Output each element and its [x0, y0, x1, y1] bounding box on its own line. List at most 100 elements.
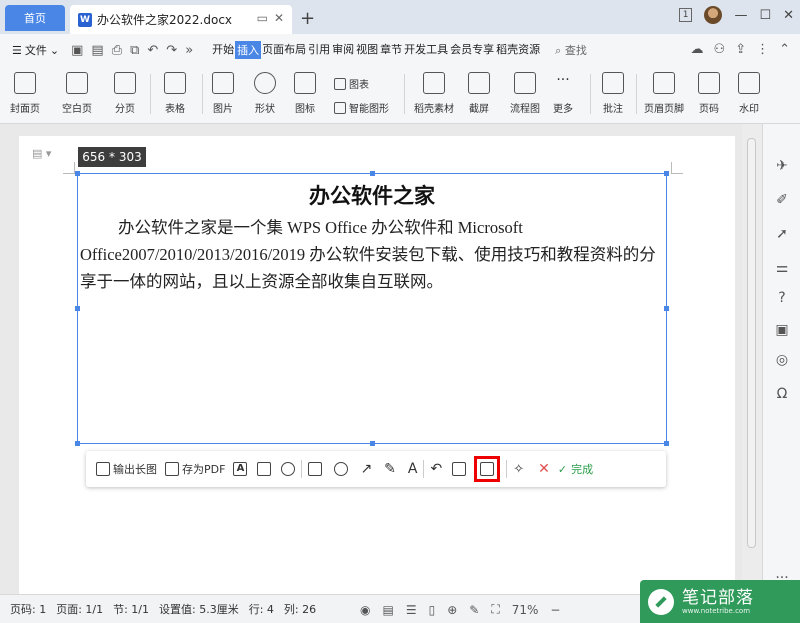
long-image-button[interactable]: 输出长图	[96, 451, 157, 487]
outline-view-icon[interactable]: ☰	[406, 603, 417, 617]
eye-protection-icon[interactable]: ◉	[360, 603, 370, 617]
table-button[interactable]: 表格	[164, 72, 186, 115]
reading-view-icon[interactable]: ▯	[429, 603, 436, 617]
docer-material-button[interactable]: 稻壳素材	[414, 72, 454, 115]
save-image-button[interactable]	[474, 451, 501, 487]
flowchart-button[interactable]: 流程图	[510, 72, 540, 115]
preview-icon[interactable]: ⧉	[130, 43, 139, 58]
tab-start[interactable]: 开始	[211, 41, 235, 59]
page-count-badge[interactable]: 1	[678, 8, 693, 22]
share-user-icon[interactable]: ⚇	[714, 42, 726, 57]
edit-image-icon	[257, 462, 272, 476]
rocket-icon[interactable]: ✈	[774, 158, 790, 174]
help-icon[interactable]: ?	[774, 290, 790, 306]
tab-references[interactable]: 引用	[307, 41, 331, 59]
save-pdf-button[interactable]: 存为PDF	[165, 451, 225, 487]
cover-page-button[interactable]: 封面页	[10, 72, 40, 115]
smart-graphic-button[interactable]: 智能图形	[334, 100, 389, 115]
pin-button[interactable]: ✧	[513, 451, 524, 487]
chart-button[interactable]: 图表	[334, 76, 369, 91]
picture-button[interactable]: 图片	[212, 72, 234, 115]
redo-icon[interactable]: ↷	[166, 43, 177, 58]
icon-button[interactable]: 图标	[294, 72, 316, 115]
picture-label: 图片	[213, 104, 233, 115]
tab-home[interactable]: 首页	[5, 5, 65, 31]
omega-icon[interactable]: Ω	[774, 386, 790, 402]
screenshot-button[interactable]: 截屏	[468, 72, 490, 115]
more-arrows-icon[interactable]: »	[185, 43, 193, 58]
minimize-icon[interactable]: —	[734, 8, 747, 23]
scrollbar-thumb[interactable]	[747, 138, 756, 548]
format-icon[interactable]: ▣	[774, 322, 790, 338]
sliders-icon[interactable]: ⚌	[774, 260, 790, 276]
tab-member[interactable]: 会员专享	[449, 41, 495, 59]
tab-docer[interactable]: 稻壳资源	[495, 41, 541, 59]
arrow-tool[interactable]: ↗	[360, 451, 372, 487]
resize-handle[interactable]	[75, 441, 80, 446]
text-icon: A	[407, 461, 418, 477]
tab-view[interactable]: 视图	[355, 41, 379, 59]
ocr-text-button[interactable]: A	[233, 451, 248, 487]
ellipse-tool[interactable]	[334, 451, 349, 487]
rectangle-tool[interactable]	[308, 451, 323, 487]
collapse-ribbon-icon[interactable]: ⌃	[779, 42, 790, 57]
close-window-icon[interactable]: ✕	[783, 8, 794, 23]
cancel-button[interactable]: ✕	[538, 451, 550, 487]
export-pdf-icon[interactable]: ▤	[91, 43, 103, 58]
header-footer-button[interactable]: 页眉页脚	[644, 72, 684, 115]
search-box[interactable]: ⌕ 查找	[555, 42, 587, 58]
more-icon[interactable]: ⋮	[756, 42, 769, 57]
done-button[interactable]: ✓ 完成	[558, 461, 593, 477]
page-view-icon[interactable]: ▤	[382, 603, 393, 617]
pen-icon[interactable]: ✐	[774, 192, 790, 208]
fit-page-icon[interactable]: ⛶	[491, 602, 499, 617]
resize-handle[interactable]	[75, 171, 80, 176]
file-menu[interactable]: ☰ 文件 ⌄	[12, 42, 59, 58]
copy-button[interactable]	[452, 451, 467, 487]
write-mode-icon[interactable]: ✎	[469, 603, 479, 617]
tab-review[interactable]: 审阅	[331, 41, 355, 59]
save-icon[interactable]: ▣	[71, 43, 83, 58]
web-view-icon[interactable]: ⊕	[447, 603, 457, 617]
more-options-button[interactable]	[281, 451, 296, 487]
undo-button[interactable]: ↶	[430, 451, 442, 487]
text-tool[interactable]: A	[408, 451, 418, 487]
resize-handle[interactable]	[664, 441, 669, 446]
tab-insert[interactable]: 插入	[235, 41, 262, 59]
edit-image-button[interactable]	[257, 451, 272, 487]
resize-handle[interactable]	[664, 171, 669, 176]
resize-handle[interactable]	[370, 171, 375, 176]
paragraph-options-icon[interactable]: ▤ ▾	[32, 147, 51, 160]
close-tab-icon[interactable]: ✕	[274, 11, 284, 25]
tab-document[interactable]: W 办公软件之家2022.docx ▭ ✕	[70, 5, 292, 34]
new-tab-button[interactable]: +	[300, 8, 315, 29]
avatar[interactable]	[704, 6, 723, 24]
share-icon[interactable]: ⇪	[735, 42, 746, 57]
screenshot-selection-area[interactable]: 办公软件之家 办公软件之家是一个集 WPS Office 办公软件和 Micro…	[75, 171, 669, 446]
cursor-icon[interactable]: ➚	[774, 226, 790, 242]
zoom-out-icon[interactable]: −	[550, 603, 560, 617]
tab-section[interactable]: 章节	[379, 41, 403, 59]
page-number-button[interactable]: 页码	[698, 72, 720, 115]
blank-page-button[interactable]: 空白页	[62, 72, 92, 115]
vertical-scrollbar[interactable]	[742, 124, 762, 594]
comment-button[interactable]: 批注	[602, 72, 624, 115]
location-icon[interactable]: ◎	[774, 352, 790, 368]
resize-handle[interactable]	[664, 306, 669, 311]
undo-icon[interactable]: ↶	[147, 43, 158, 58]
watermark-button[interactable]: 水印	[738, 72, 760, 115]
maximize-icon[interactable]: ☐	[759, 8, 771, 23]
print-icon[interactable]: ⎙	[112, 43, 122, 58]
ribbon-toolbar: 封面页 空白页 分页 表格 图片 形状 图标 图表 智能图形 稻壳素材 截屏 流…	[0, 66, 800, 124]
resize-handle[interactable]	[75, 306, 80, 311]
resize-handle[interactable]	[370, 441, 375, 446]
pen-tool[interactable]: ✎	[384, 451, 396, 487]
tab-developer[interactable]: 开发工具	[403, 41, 449, 59]
cloud-icon[interactable]: ☁	[691, 42, 704, 57]
shape-button[interactable]: 形状	[254, 72, 276, 115]
tab-page-layout[interactable]: 页面布局	[261, 41, 307, 59]
tab-popout-icon[interactable]: ▭	[257, 11, 268, 25]
page-break-button[interactable]: 分页	[114, 72, 136, 115]
more-button[interactable]: ··· 更多	[552, 72, 574, 115]
zoom-level[interactable]: 71%	[512, 603, 539, 617]
